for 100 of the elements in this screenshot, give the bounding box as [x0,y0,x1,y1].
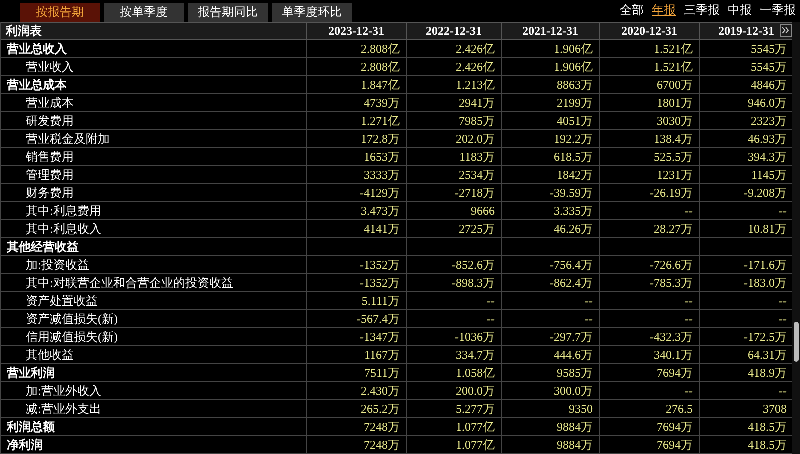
table-cell: 138.4万 [654,130,693,146]
table-cell: 1.213亿 [456,76,495,92]
table-cell: 3333万 [364,166,400,182]
table-cell: 1.058亿 [456,364,495,380]
row-label: 资产减值损失(新) [25,310,118,326]
row-label: 营业总收入 [6,40,67,56]
row-label: 其他收益 [25,346,74,362]
row-label: 营业利润 [6,364,55,380]
table-cell: 5545万 [751,58,787,74]
table-cell: 202.0万 [456,130,495,146]
table-cell: 4739万 [364,94,400,110]
table-cell: 64.31万 [748,346,787,362]
table-cell: 300.0万 [554,382,593,398]
table-cell: 276.5 [666,400,693,416]
table-cell: 1.847亿 [361,76,400,92]
table-cell: -- [585,310,593,326]
table-cell: -- [779,310,787,326]
table-cell: 2941万 [459,94,495,110]
column-header: 2022-12-31 [426,23,482,39]
table-cell: 9585万 [557,364,593,380]
table-cell: 525.5万 [654,148,693,164]
table-cell: 1167万 [364,346,400,362]
table-cell: 5.111万 [362,292,400,308]
row-label: 其他经营收益 [6,238,79,254]
table-cell: 9884万 [557,436,593,452]
table-cell: 7248万 [364,436,400,452]
row-label: 销售费用 [25,148,74,164]
filter-link[interactable]: 中报 [728,2,752,18]
table-cell: 7511万 [364,364,400,380]
table-cell: -1036万 [455,328,495,344]
table-cell: -- [487,292,495,308]
table-cell: 8863万 [557,76,593,92]
table-cell: 1.521亿 [654,40,693,56]
table-cell: -2718万 [455,184,495,200]
table-cell: 394.3万 [748,148,787,164]
table-cell: 2199万 [557,94,593,110]
table-cell: 10.81万 [748,220,787,236]
scrollbar[interactable] [792,22,800,454]
table-cell: 2.426亿 [456,40,495,56]
table-cell: 418.9万 [748,364,787,380]
table-cell: 1653万 [364,148,400,164]
table-cell: 9666 [471,202,495,218]
row-label: 财务费用 [25,184,74,200]
filter-link[interactable]: 三季报 [684,2,720,18]
table-cell: 192.2万 [554,130,593,146]
table-cell: 4846万 [751,76,787,92]
table-cell: 5545万 [751,40,787,56]
table-cell: -39.59万 [550,184,593,200]
table-cell: 1.521亿 [654,58,693,74]
row-label: 营业总成本 [6,76,67,92]
row-label: 加:投资收益 [25,256,90,272]
row-label: 研发费用 [25,112,74,128]
table-cell: 3.335万 [554,202,593,218]
table-cell: -26.19万 [650,184,693,200]
table-cell: 418.5万 [748,436,787,452]
table-cell: 7248万 [364,418,400,434]
table-cell: -567.4万 [357,310,400,326]
table-cell: 2323万 [751,112,787,128]
table-cell: 1231万 [657,166,693,182]
table-cell: 2725万 [459,220,495,236]
row-label: 营业税金及附加 [25,130,110,146]
table-cell: 1.906亿 [554,58,593,74]
row-label: 其中:对联营企业和合营企业的投资收益 [25,274,234,290]
row-label: 管理费用 [25,166,74,182]
table-cell: 46.93万 [748,130,787,146]
table-cell: 7694万 [657,364,693,380]
table-cell: -- [685,292,693,308]
table-cell: 444.6万 [554,346,593,362]
table-cell: -- [779,202,787,218]
filter-link[interactable]: 一季报 [760,2,796,18]
table-cell: 46.26万 [554,220,593,236]
table-cell: 1.077亿 [456,418,495,434]
table-cell: 4051万 [557,112,593,128]
filter-link[interactable]: 年报 [652,2,676,18]
column-header: 2021-12-31 [522,23,578,39]
table-cell: -- [779,292,787,308]
tab[interactable]: 报告期同比 [188,3,268,22]
filter-link[interactable]: 全部 [620,2,644,18]
table-cell: 1145万 [751,166,787,182]
table-cell: 1842万 [557,166,593,182]
tab[interactable]: 按报告期 [20,3,100,22]
table-cell: 6700万 [657,76,693,92]
table-cell: -- [685,382,693,398]
column-header: 2020-12-31 [622,23,678,39]
table-cell: -9.208万 [744,184,787,200]
row-label: 减:营业外支出 [25,400,102,416]
tab[interactable]: 按单季度 [104,3,184,22]
row-label: 其中:利息费用 [25,202,102,218]
next-icon[interactable] [780,24,792,37]
table-cell: -726.6万 [650,256,693,272]
table-cell: 7694万 [657,418,693,434]
table-cell: 618.5万 [554,148,593,164]
tab[interactable]: 单季度环比 [272,3,352,22]
table-cell: 4141万 [364,220,400,236]
table-cell: 5.277万 [456,400,495,416]
table-cell: -- [585,292,593,308]
table-cell: 2.808亿 [361,58,400,74]
table-cell: 3030万 [657,112,693,128]
table-cell: -171.6万 [744,256,787,272]
row-label: 利润总额 [6,418,55,434]
